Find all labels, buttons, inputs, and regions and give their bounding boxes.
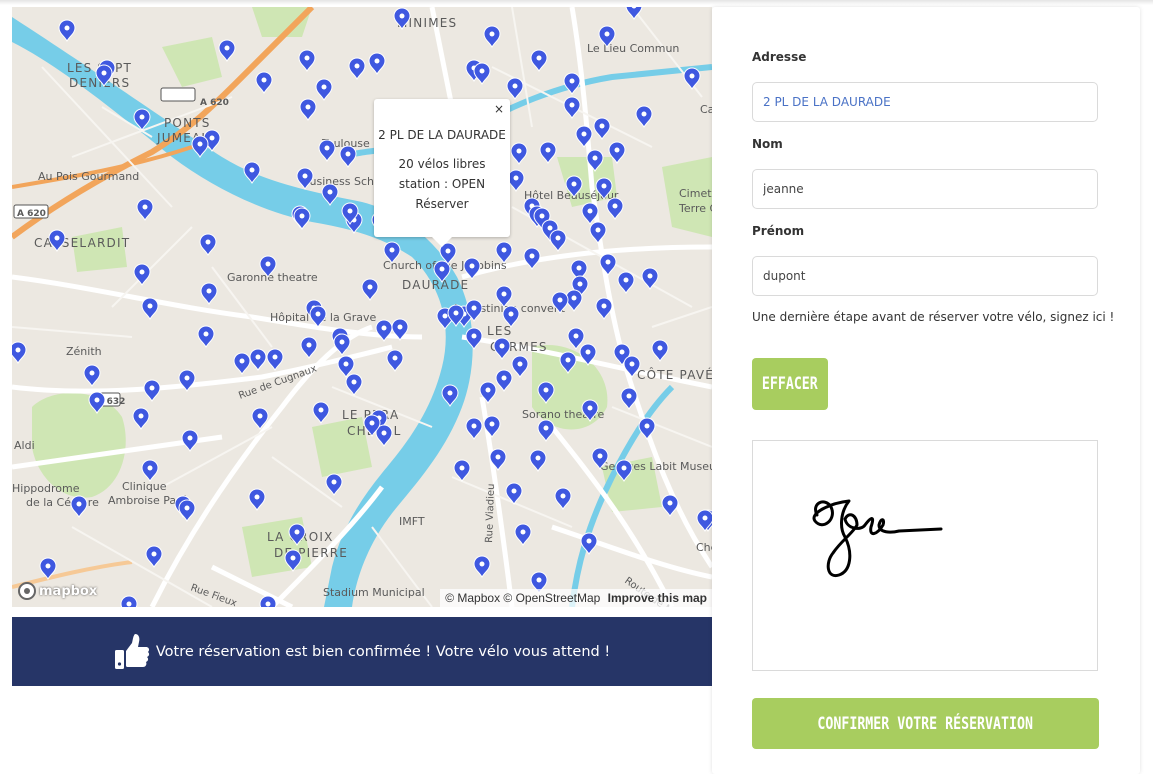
confirm-button-label: CONFIRMER VOTRE RÉSERVATION bbox=[817, 713, 1034, 734]
map-label: IMFT bbox=[399, 515, 425, 528]
name-label: Nom bbox=[752, 137, 783, 151]
map-label: Rue Viadieu bbox=[484, 483, 497, 543]
map-label: CÔTE PAVÉE bbox=[637, 367, 712, 382]
attribution-text[interactable]: © Mapbox © OpenStreetMap bbox=[445, 591, 600, 605]
map-label: PONTS bbox=[164, 116, 211, 130]
confirmation-message: Votre réservation est bien confirmée ! V… bbox=[155, 643, 611, 660]
confirmation-banner: Votre réservation est bien confirmée ! V… bbox=[12, 617, 712, 686]
popup-details: 20 vélos libres station : OPEN Réserver bbox=[374, 154, 510, 214]
mapbox-logo-icon bbox=[18, 582, 36, 600]
map-attribution: © Mapbox © OpenStreetMap Improve this ma… bbox=[440, 589, 712, 607]
signature-hint: Une dernière étape avant de réserver vot… bbox=[752, 310, 1115, 324]
signature-drawing bbox=[812, 499, 943, 578]
reservation-form: Adresse Nom Prénom Une dernière étape av… bbox=[712, 7, 1140, 774]
map-label: A 620 bbox=[200, 98, 229, 108]
map-label: Ca bbox=[700, 103, 712, 116]
map-label: Hippodrome bbox=[12, 482, 80, 495]
confirm-reservation-button[interactable]: CONFIRMER VOTRE RÉSERVATION bbox=[752, 698, 1099, 749]
map-label: CASSELARDIT bbox=[34, 236, 130, 250]
map-label: Stadium Municipal bbox=[323, 586, 425, 599]
firstname-field[interactable] bbox=[752, 256, 1098, 296]
map-label: DAURADE bbox=[402, 278, 469, 292]
map-label: Cimetière bbox=[679, 187, 712, 200]
clear-signature-button[interactable]: EFFACER bbox=[752, 358, 828, 410]
clear-button-label: EFFACER bbox=[762, 374, 818, 394]
top-shadow bbox=[0, 0, 1153, 5]
popup-reserve-link[interactable]: Réserver bbox=[374, 194, 510, 214]
map-label: Zénith bbox=[66, 345, 102, 358]
map-label: de la Cépière bbox=[26, 496, 99, 509]
firstname-label: Prénom bbox=[752, 224, 805, 238]
map-label: Clinique bbox=[122, 480, 167, 493]
improve-map-link[interactable]: Improve this map bbox=[608, 591, 707, 605]
popup-bikes-available: 20 vélos libres bbox=[398, 157, 486, 171]
address-field[interactable] bbox=[752, 82, 1098, 122]
name-field[interactable] bbox=[752, 169, 1098, 209]
station-map[interactable]: LES SEPTDENIERSPONTSJUMEAUXMINIMESCASSEL… bbox=[12, 7, 712, 607]
popup-close-button[interactable]: × bbox=[494, 102, 504, 116]
signature-canvas[interactable] bbox=[752, 440, 1098, 671]
station-marker-icon[interactable] bbox=[259, 595, 277, 607]
map-label: LES bbox=[487, 324, 513, 338]
map-label: Garonne theatre bbox=[227, 271, 318, 284]
popup-station-status: station : OPEN bbox=[398, 177, 486, 191]
map-canvas[interactable]: LES SEPTDENIERSPONTSJUMEAUXMINIMESCASSEL… bbox=[12, 7, 712, 607]
map-label: A 620 bbox=[17, 209, 46, 219]
map-label: Terre Cabade bbox=[678, 202, 712, 215]
station-marker-icon[interactable] bbox=[120, 595, 138, 607]
map-label: Aldi bbox=[14, 439, 35, 452]
address-label: Adresse bbox=[752, 50, 807, 64]
station-popup: × 2 PL DE LA DAURADE 20 vélos libres sta… bbox=[374, 99, 510, 247]
mapbox-logo[interactable]: mapbox bbox=[18, 581, 97, 601]
map-label: Che bbox=[696, 541, 712, 554]
map-label: Au Pois Gourmand bbox=[38, 170, 139, 183]
mapbox-logo-text: mapbox bbox=[39, 583, 98, 599]
map-label: Le Lieu Commun bbox=[587, 42, 679, 55]
popup-station-address: 2 PL DE LA DAURADE bbox=[378, 128, 506, 142]
thumbs-up-icon bbox=[114, 633, 149, 669]
